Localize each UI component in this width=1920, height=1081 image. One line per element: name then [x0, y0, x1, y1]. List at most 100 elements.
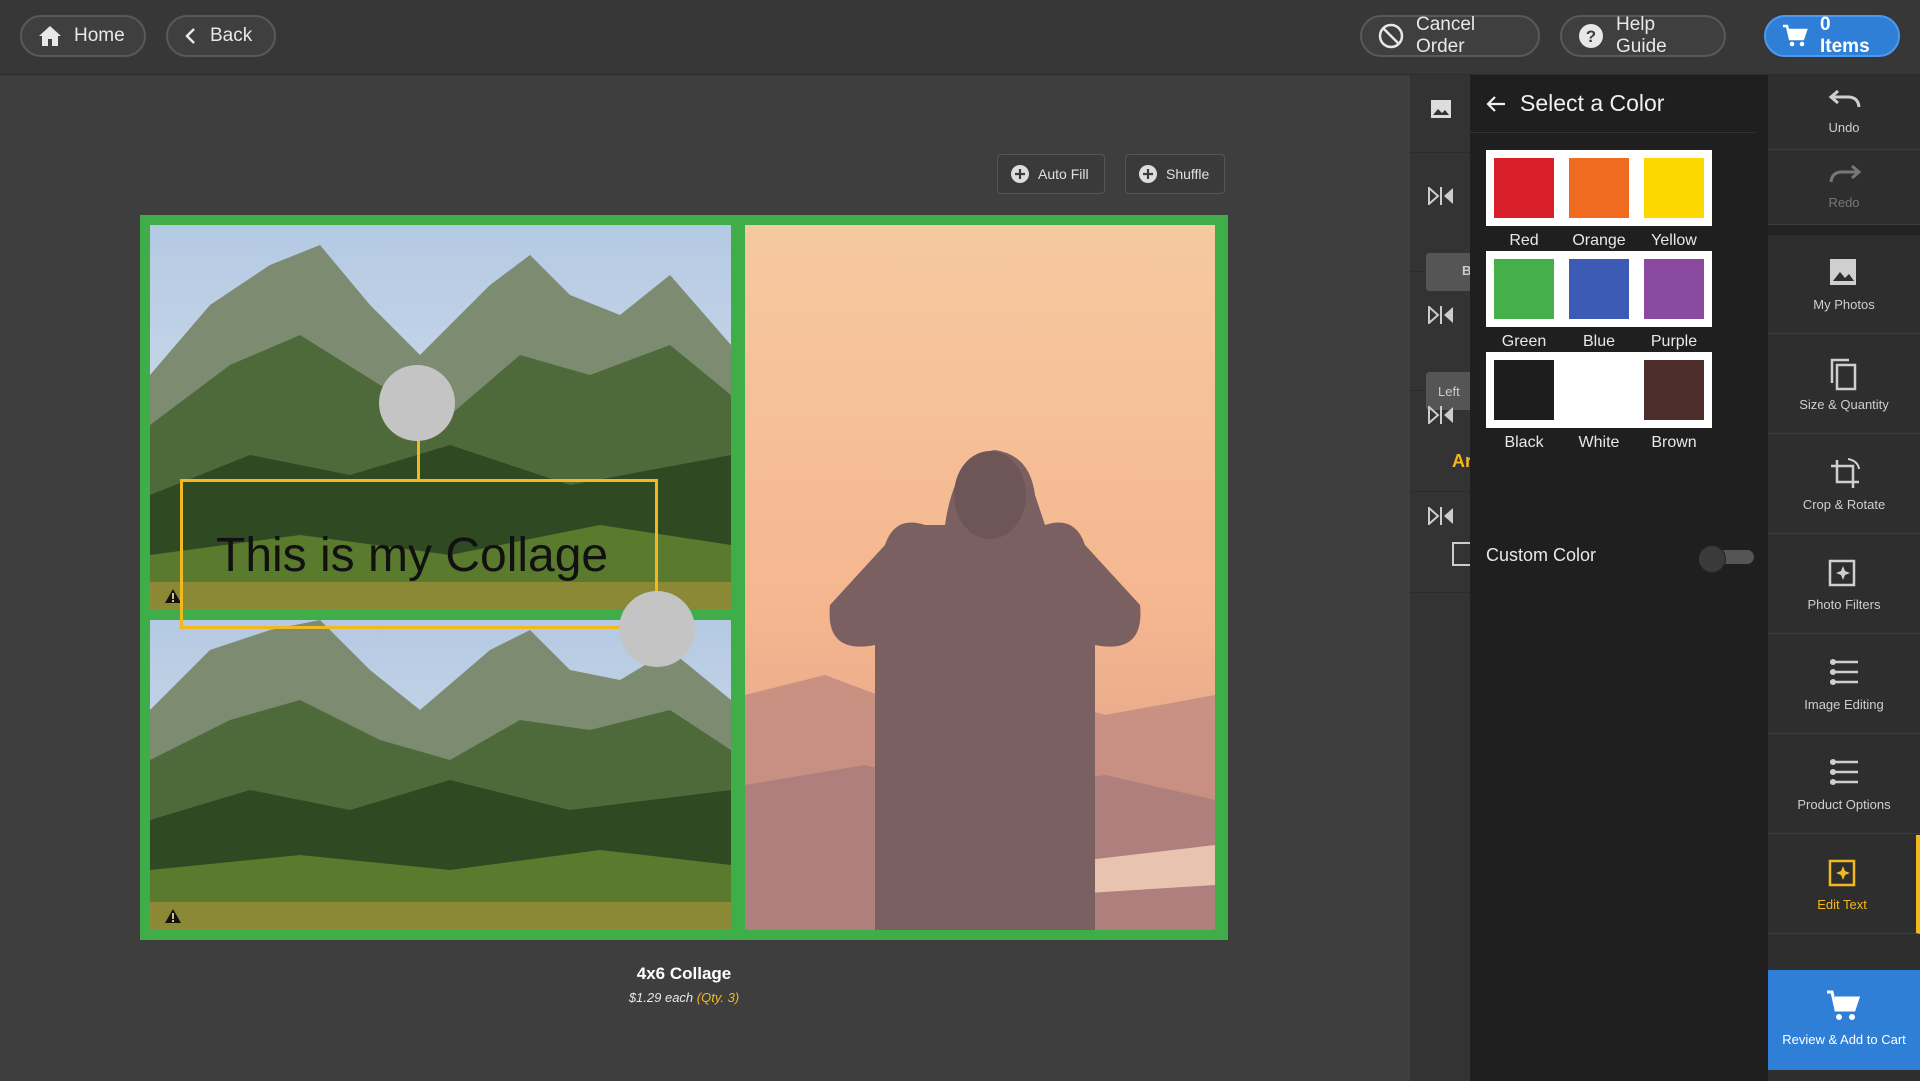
swatch-frame — [1561, 352, 1637, 428]
swatch-frame — [1636, 352, 1712, 428]
person-sunset-photo — [745, 225, 1215, 930]
swatch-label: Green — [1501, 333, 1547, 350]
right-sidebar: Undo Redo My Photos Size & Quantity Crop… — [1768, 75, 1920, 1081]
swatch-label: Yellow — [1651, 232, 1697, 249]
options-row[interactable]: Ar — [1410, 391, 1472, 492]
cancel-order-button[interactable]: Cancel Order — [1360, 14, 1540, 57]
image-icon — [1431, 100, 1451, 118]
cart-button[interactable]: 0 Items — [1764, 14, 1900, 57]
font-name-text[interactable]: Ar — [1452, 451, 1472, 472]
home-button[interactable]: Home — [20, 15, 146, 57]
review-add-to-cart-button[interactable]: Review & Add to Cart — [1768, 970, 1920, 1070]
color-swatch-brown[interactable]: Brown — [1636, 352, 1712, 452]
color-swatch-black[interactable]: Black — [1486, 352, 1562, 452]
plus-circle-icon — [1139, 165, 1157, 183]
photo-filters-button[interactable]: Photo Filters — [1768, 535, 1920, 634]
swatch-fill — [1494, 259, 1554, 319]
arrow-left-icon[interactable] — [1486, 95, 1506, 113]
swatch-fill — [1569, 360, 1629, 420]
image-editing-button[interactable]: Image Editing — [1768, 635, 1920, 734]
options-row[interactable]: B — [1410, 153, 1486, 291]
options-row[interactable] — [1410, 492, 1476, 593]
swatch-frame — [1636, 251, 1712, 327]
back-label: Back — [210, 25, 253, 46]
rotate-connector — [417, 440, 420, 480]
qty-link[interactable]: (Qty. 3) — [697, 990, 739, 1005]
shuffle-label: Shuffle — [1166, 166, 1210, 182]
crop-rotate-button[interactable]: Crop & Rotate — [1768, 435, 1920, 534]
crop-rotate-icon — [1831, 458, 1860, 488]
photo-slot-3[interactable] — [745, 225, 1215, 930]
rotate-handle[interactable] — [379, 365, 455, 441]
color-panel: Select a Color Red Orange Yellow Green Blue P… — [1470, 75, 1768, 1081]
collage-text[interactable]: This is my Collage — [216, 528, 608, 583]
swatch-label: Orange — [1572, 232, 1626, 249]
plus-circle-icon — [1011, 165, 1029, 183]
options-row[interactable]: Left — [1410, 272, 1486, 410]
color-panel-header: Select a Color — [1470, 75, 1755, 133]
color-swatch-green[interactable]: Green — [1486, 251, 1562, 351]
product-title: 4x6 Collage — [636, 964, 732, 983]
warning-icon[interactable] — [164, 908, 182, 924]
swatch-fill — [1644, 158, 1704, 218]
cart-icon — [1783, 24, 1808, 47]
swatch-label: Red — [1509, 232, 1539, 249]
swatch-frame — [1561, 150, 1637, 226]
custom-color-toggle[interactable] — [1698, 545, 1754, 573]
edit-text-button[interactable]: Edit Text — [1768, 835, 1920, 934]
flip-icon — [1428, 507, 1453, 525]
flip-icon — [1428, 406, 1453, 424]
swatch-frame — [1561, 251, 1637, 327]
cart-label: 0 Items — [1820, 14, 1870, 57]
color-panel-title: Select a Color — [1520, 90, 1665, 116]
low-resolution-strip — [150, 902, 731, 930]
resize-handle[interactable] — [619, 591, 695, 667]
swatch-label: Blue — [1582, 333, 1616, 350]
auto-fill-button[interactable]: Auto Fill — [997, 154, 1105, 194]
photo-slot-2[interactable] — [150, 620, 731, 930]
back-button[interactable]: Back — [166, 15, 276, 57]
image-icon — [1830, 259, 1856, 285]
help-icon: ? — [1579, 24, 1603, 48]
shuffle-button[interactable]: Shuffle — [1125, 154, 1225, 194]
options-panel-behind: B Left Ar — [1410, 75, 1486, 1081]
home-label: Home — [74, 25, 125, 46]
product-price: $1.29 each (Qty. 3) — [580, 990, 788, 1005]
swatch-label: Purple — [1650, 333, 1698, 350]
color-swatch-red[interactable]: Red — [1486, 150, 1562, 250]
auto-fill-label: Auto Fill — [1038, 166, 1089, 182]
sliders-icon — [1830, 759, 1858, 785]
cancel-order-label: Cancel Order — [1416, 14, 1476, 57]
price-text: $1.29 each — [628, 990, 694, 1005]
mountain-photo — [150, 620, 731, 930]
flip-icon — [1428, 187, 1453, 205]
redo-icon — [1829, 164, 1862, 183]
color-swatch-blue[interactable]: Blue — [1561, 251, 1637, 351]
home-icon — [39, 26, 61, 46]
color-swatch-purple[interactable]: Purple — [1636, 251, 1712, 351]
undo-icon — [1828, 89, 1861, 108]
copy-icon — [1830, 358, 1857, 391]
size-quantity-button[interactable]: Size & Quantity — [1768, 335, 1920, 434]
custom-color-label: Custom Color — [1486, 545, 1597, 565]
help-guide-button[interactable]: ? Help Guide — [1560, 14, 1726, 57]
product-options-button[interactable]: Product Options — [1768, 735, 1920, 834]
redo-button[interactable]: Redo — [1768, 150, 1920, 225]
my-photos-button[interactable]: My Photos — [1768, 235, 1920, 334]
sparkle-image-icon — [1828, 559, 1856, 587]
svg-text:?: ? — [1586, 27, 1596, 46]
swatch-fill — [1644, 259, 1704, 319]
color-swatch-orange[interactable]: Orange — [1561, 150, 1637, 250]
swatch-fill — [1494, 360, 1554, 420]
options-row[interactable] — [1410, 75, 1470, 153]
swatch-frame — [1486, 150, 1562, 226]
swatch-label: Black — [1504, 434, 1544, 451]
color-swatch-yellow[interactable]: Yellow — [1636, 150, 1712, 250]
color-swatch-white[interactable]: White — [1561, 352, 1637, 452]
toggle-knob — [1698, 545, 1726, 573]
top-bar: Home Back Cancel Order ? Help Guide 0 It… — [0, 0, 1920, 75]
swatch-frame — [1636, 150, 1712, 226]
swatch-label: Brown — [1651, 434, 1697, 451]
sparkle-text-icon — [1828, 859, 1856, 887]
undo-button[interactable]: Undo — [1768, 75, 1920, 150]
